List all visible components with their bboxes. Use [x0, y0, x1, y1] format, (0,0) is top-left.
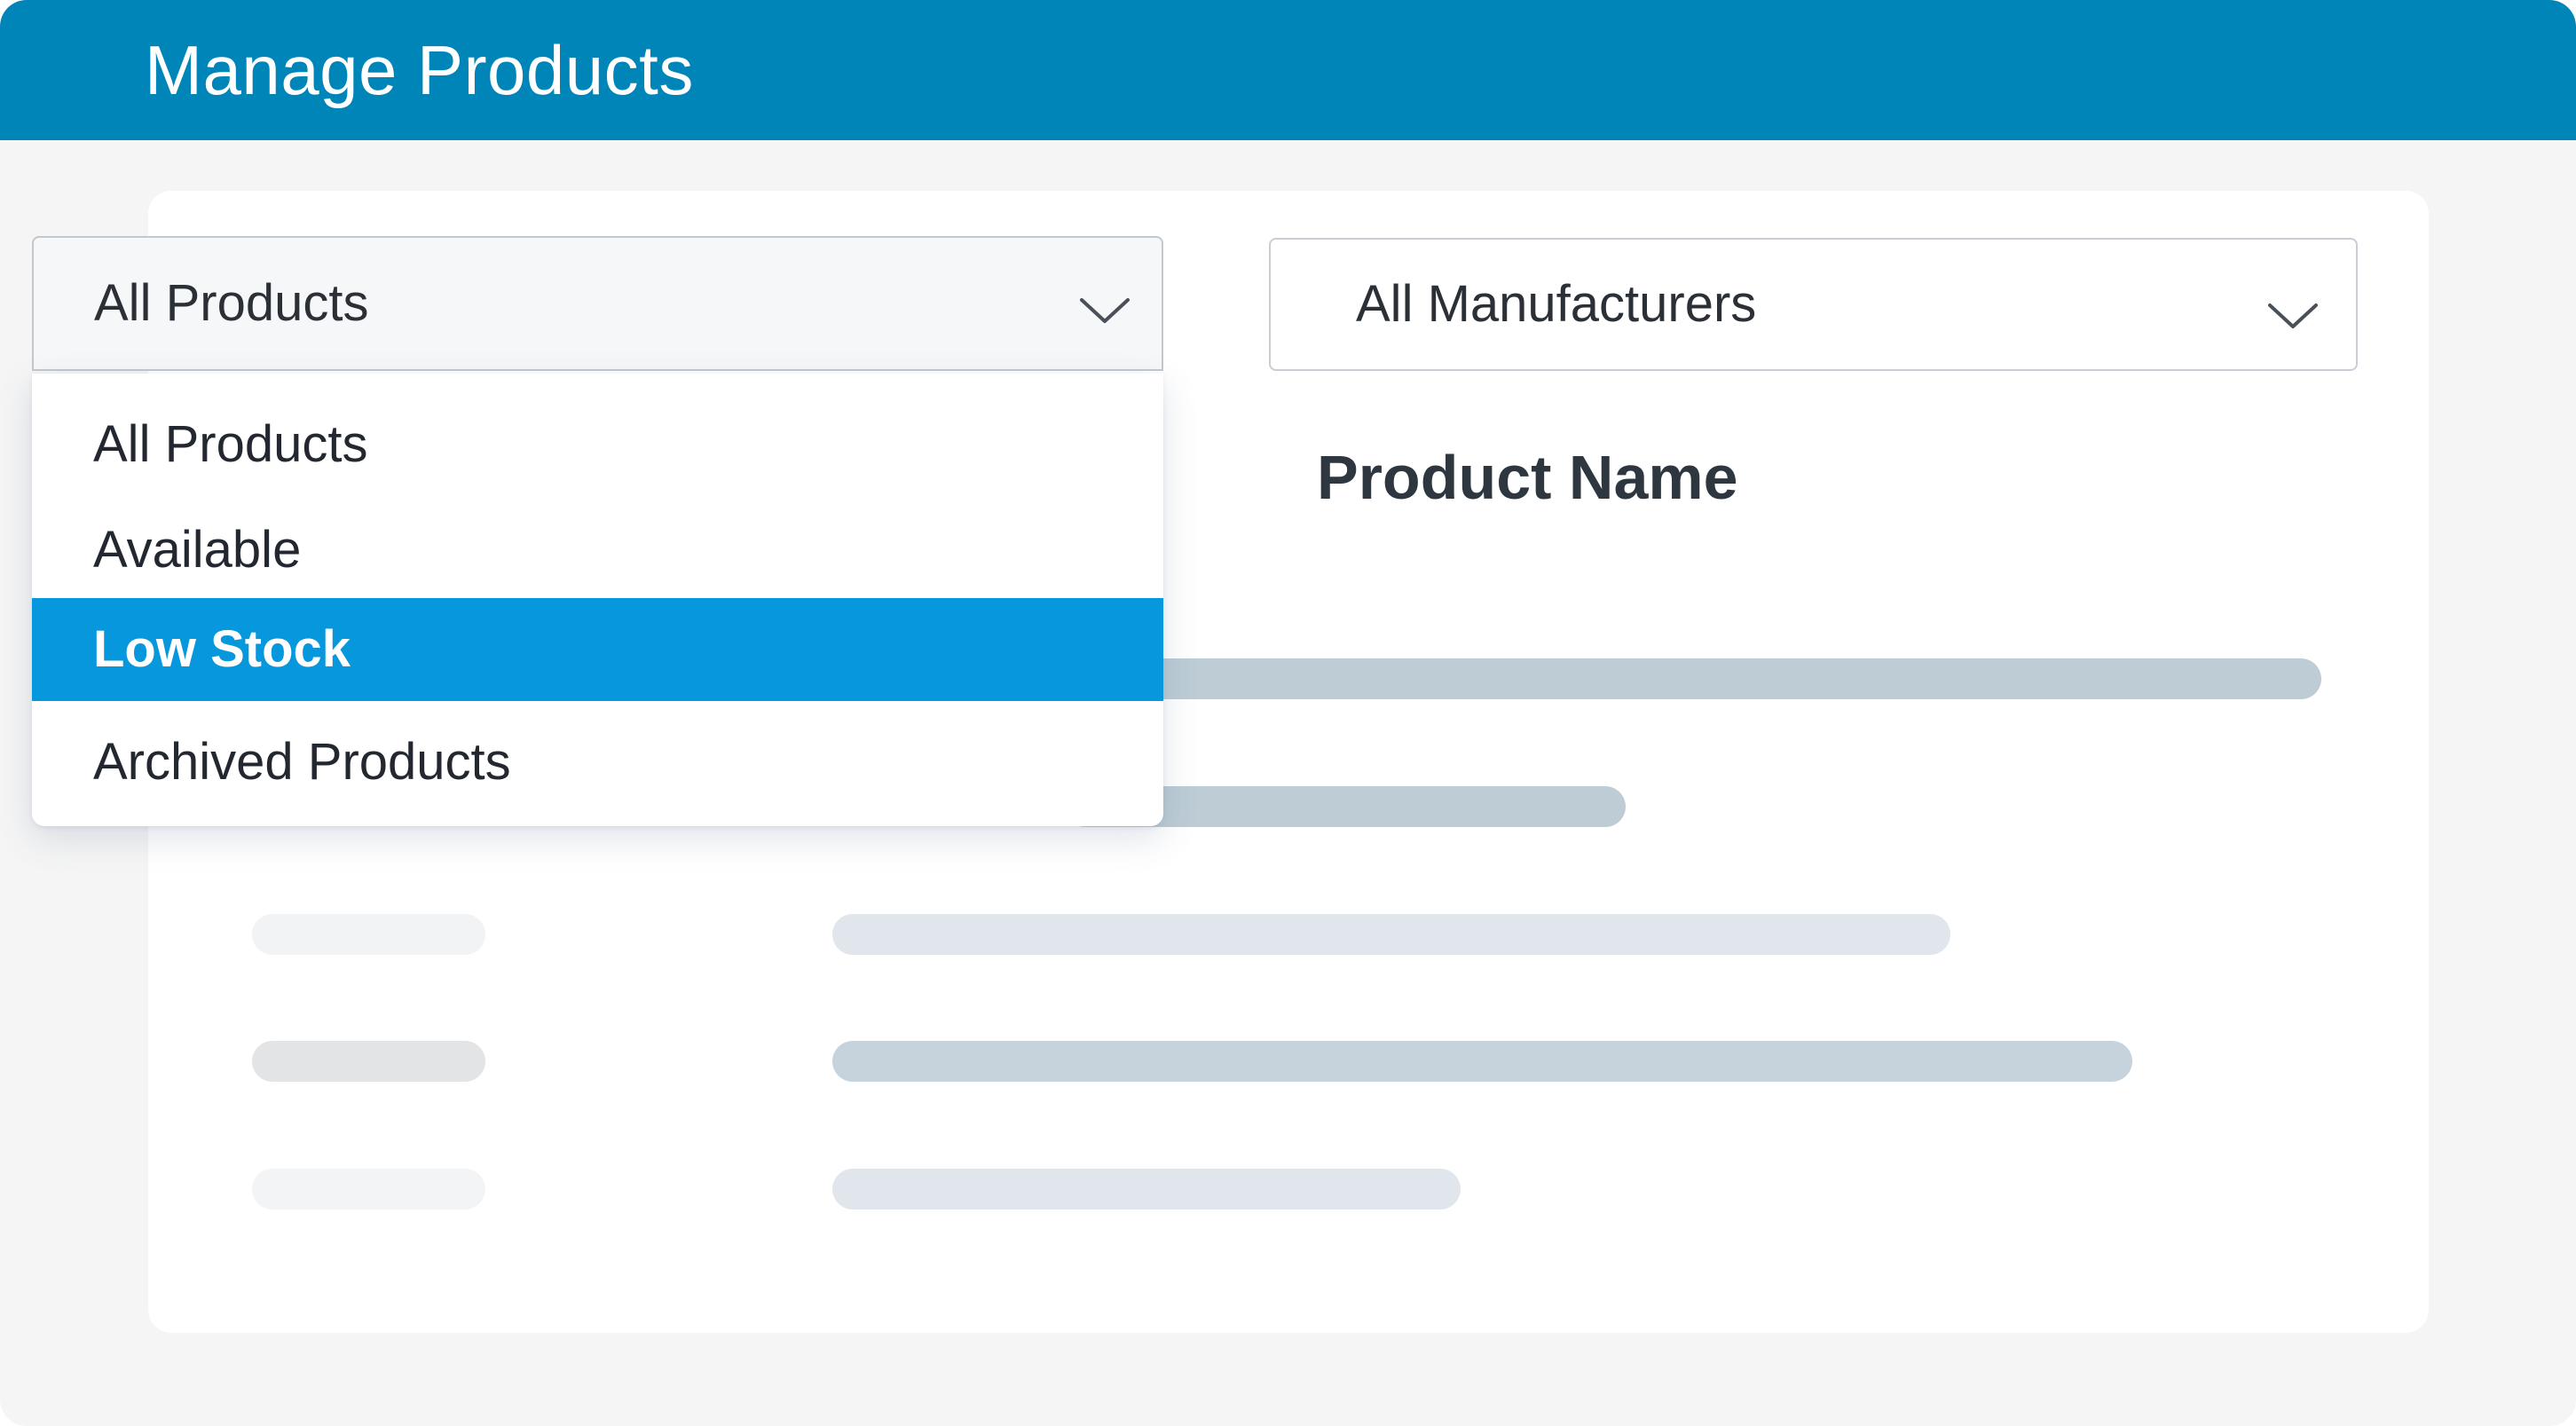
- skeleton-bar: [832, 1169, 1461, 1209]
- manage-products-window: Manage Products All Manufacturers Produc…: [0, 0, 2576, 1426]
- dropdown-option-label: Available: [93, 521, 302, 579]
- product-name-column-header: Product Name: [1317, 443, 1738, 512]
- dropdown-option-available[interactable]: Available: [32, 499, 1163, 602]
- chevron-down-icon: [2268, 303, 2318, 328]
- manufacturer-filter-value: All Manufacturers: [1356, 275, 1757, 333]
- skeleton-bar: [252, 1041, 485, 1082]
- dropdown-option-low-stock[interactable]: Low Stock: [32, 598, 1163, 701]
- page-title: Manage Products: [145, 31, 694, 109]
- chevron-down-icon: [1080, 298, 1130, 323]
- title-bar: Manage Products: [0, 0, 2576, 140]
- dropdown-option-label: All Products: [93, 415, 368, 473]
- skeleton-bar: [832, 1041, 2132, 1082]
- skeleton-bar: [252, 1169, 485, 1209]
- dropdown-option-all-products[interactable]: All Products: [32, 393, 1163, 496]
- skeleton-bar: [1065, 658, 2321, 699]
- manufacturer-filter-select[interactable]: All Manufacturers: [1269, 238, 2358, 371]
- dropdown-option-label: Low Stock: [93, 620, 351, 678]
- product-filter-select[interactable]: All Products: [32, 236, 1163, 371]
- skeleton-bar: [832, 914, 1950, 955]
- dropdown-option-archived-products[interactable]: Archived Products: [32, 711, 1163, 814]
- product-filter-dropdown-menu: All Products Available Low Stock Archive…: [32, 374, 1163, 826]
- dropdown-option-label: Archived Products: [93, 733, 511, 791]
- skeleton-bar: [252, 914, 485, 955]
- product-filter-value: All Products: [94, 274, 369, 332]
